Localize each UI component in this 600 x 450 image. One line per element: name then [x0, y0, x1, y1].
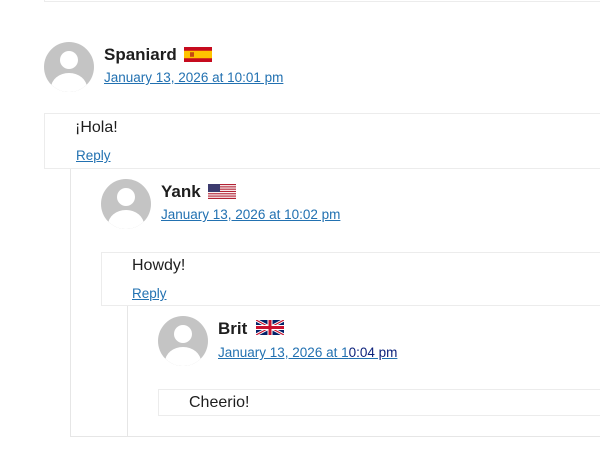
- uk-flag-icon: [256, 320, 284, 335]
- comment-date-part-visited: 0:04 pm: [348, 345, 398, 360]
- spain-flag-icon: [184, 47, 212, 62]
- comment-date-link[interactable]: January 13, 2026 at 10:04 pm: [218, 345, 397, 360]
- thread-bottom-line: [70, 436, 600, 437]
- comment-text: ¡Hola!: [75, 119, 118, 136]
- comment-content-box: [44, 113, 600, 169]
- comment-author-name: Spaniard: [104, 45, 177, 64]
- comment-date-part: January 13, 2026 at 1: [218, 345, 349, 360]
- reply-button[interactable]: Reply: [132, 286, 167, 301]
- avatar: [158, 316, 208, 366]
- us-flag-icon: [208, 184, 236, 199]
- comment-author-name: Brit: [218, 319, 248, 338]
- comment-text: Howdy!: [132, 257, 186, 274]
- previous-comment-box: [44, 0, 600, 2]
- comment-date-link[interactable]: January 13, 2026 at 10:01 pm: [104, 70, 283, 85]
- comment-date-link[interactable]: January 13, 2026 at 10:02 pm: [161, 207, 340, 222]
- comment-author-name: Yank: [161, 182, 201, 201]
- thread-line-level-2: [127, 305, 128, 436]
- comment-text: Cheerio!: [189, 394, 250, 411]
- reply-button[interactable]: Reply: [76, 148, 111, 163]
- avatar: [44, 42, 94, 92]
- thread-line-level-1: [70, 168, 71, 436]
- avatar: [101, 179, 151, 229]
